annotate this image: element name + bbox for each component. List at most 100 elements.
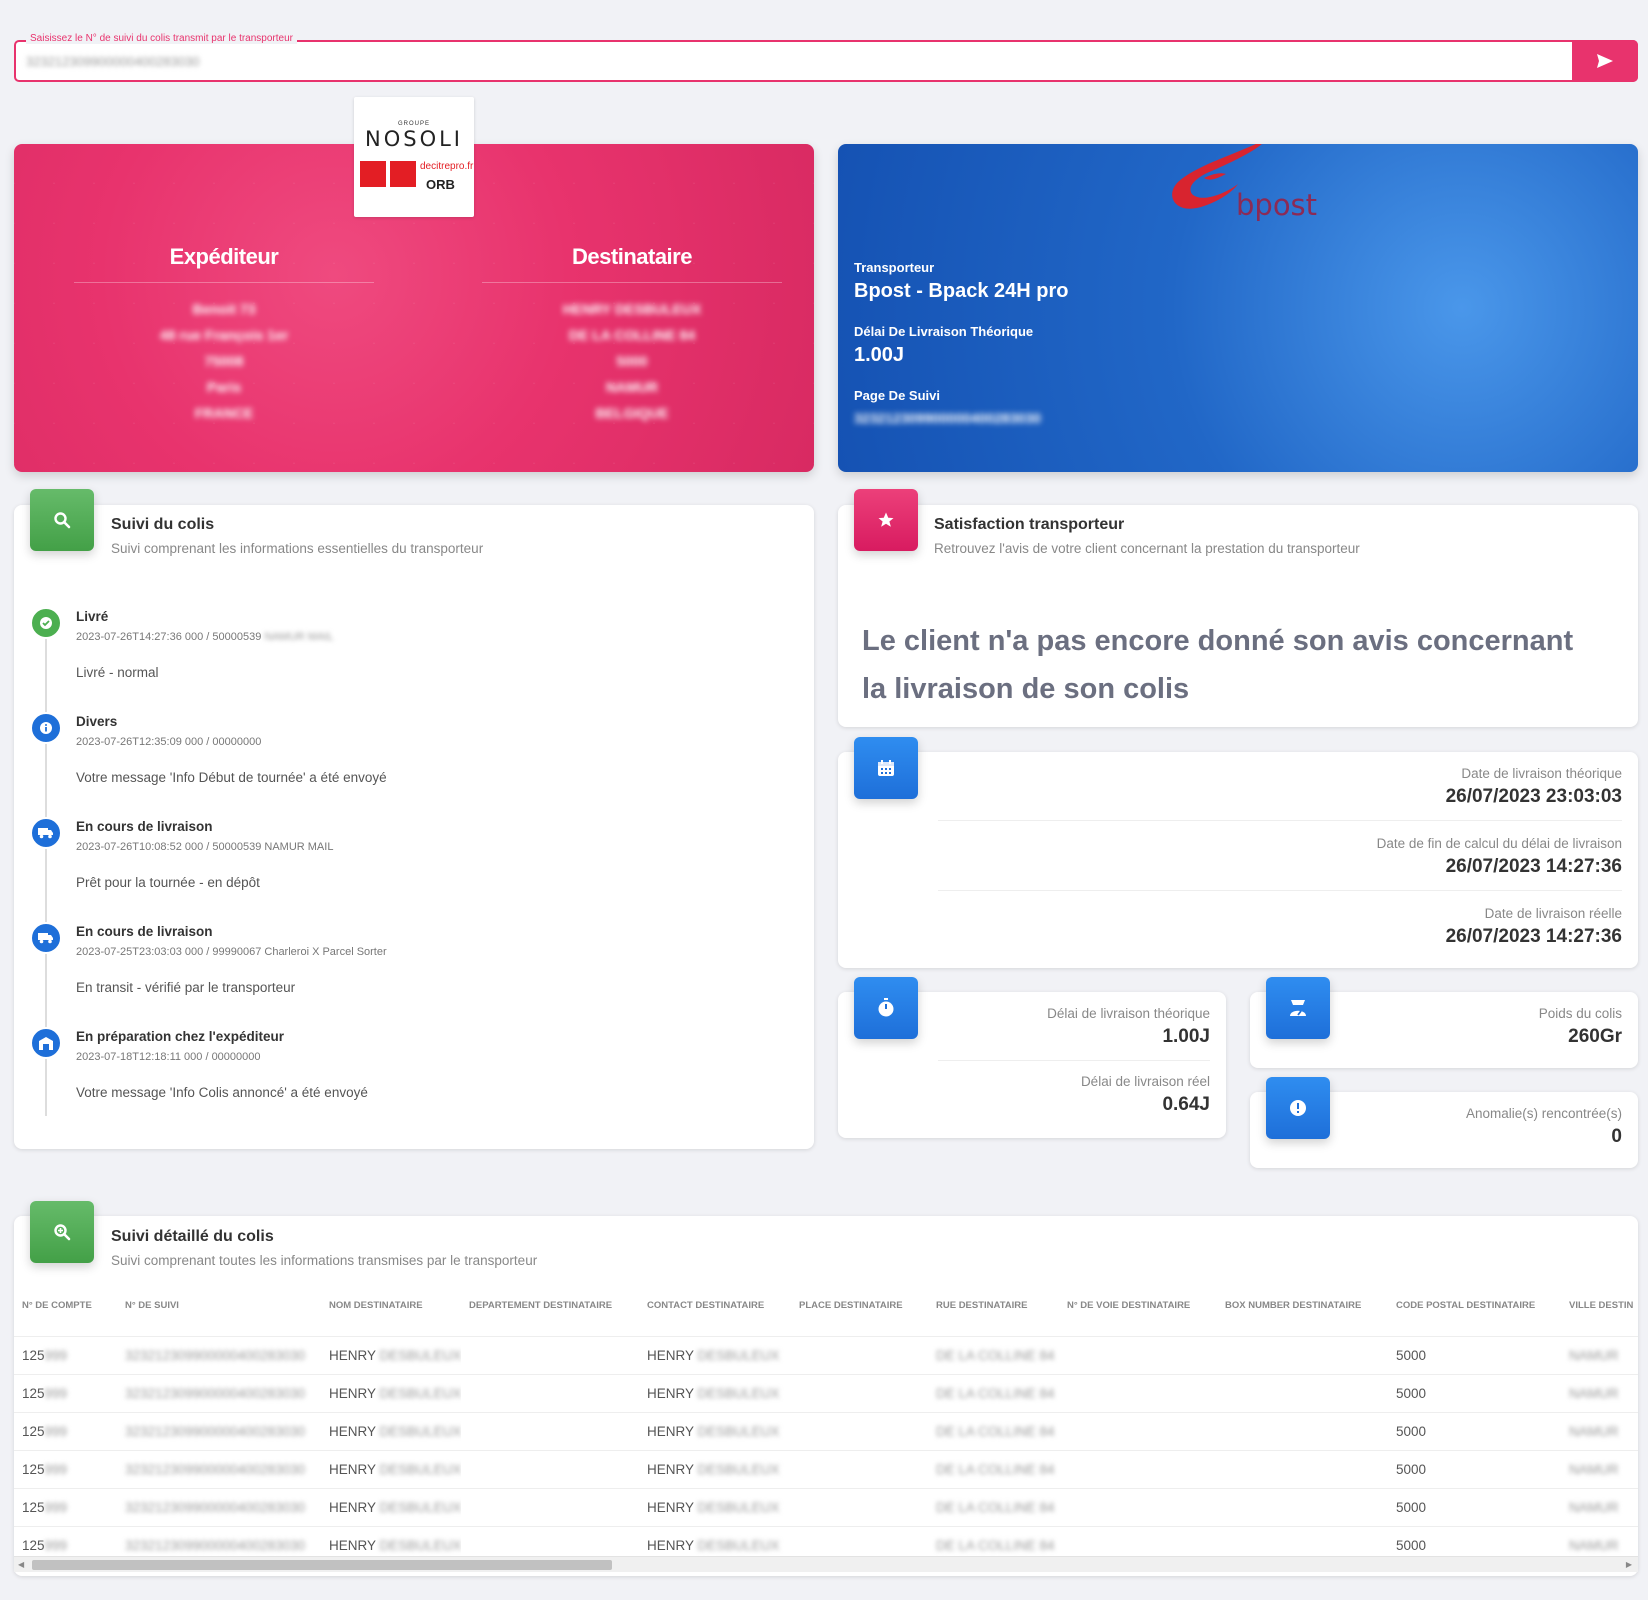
delay-label: Délai De Livraison Théorique — [854, 324, 1034, 339]
column-header[interactable]: Place destinataire — [791, 1276, 928, 1337]
table-cell — [1059, 1374, 1217, 1413]
table-cell: HENRY DESBULEUX — [639, 1374, 791, 1413]
logo-decitrepro-text: decitrepro.fr — [420, 161, 474, 172]
cell-text: DESBULEUX — [379, 1347, 461, 1363]
column-header[interactable]: Ville destin — [1561, 1276, 1638, 1337]
cell-text: 323212309900000400283030 — [125, 1347, 306, 1363]
cell-text: HENRY — [329, 1347, 376, 1363]
column-header[interactable]: Departement destinataire — [461, 1276, 639, 1337]
logo-decitre-block — [390, 161, 416, 187]
detail-panel-title: Suivi détaillé du colis — [111, 1228, 274, 1245]
logo-name-text: NOSOLI — [365, 127, 463, 151]
timeline-item: Divers 2023-07-26T12:35:09 000 / 0000000… — [30, 712, 790, 812]
cell-text: HENRY — [647, 1423, 694, 1439]
table-row[interactable]: 125999 323212309900000400283030 HENRY DESB… — [14, 1336, 1638, 1375]
zoom-in-icon — [54, 1224, 71, 1241]
table-row[interactable]: 125999 323212309900000400283030 HENRY DESB… — [14, 1450, 1638, 1489]
event-status: En cours de livraison — [76, 819, 213, 834]
cell-text: HENRY — [647, 1461, 694, 1477]
table-row[interactable]: 125999 323212309900000400283030 HENRY DESB… — [14, 1488, 1638, 1527]
star-icon — [878, 512, 894, 527]
satisfaction-message: Le client n'a pas encore donné son avis … — [862, 625, 1574, 705]
event-status: En cours de livraison — [76, 924, 213, 939]
table-cell — [791, 1450, 928, 1489]
column-header[interactable]: N° de voie destinataire — [1059, 1276, 1217, 1337]
scroll-thumb[interactable] — [32, 1560, 612, 1570]
sender-divider — [74, 282, 374, 283]
cell-text: DESBULEUX — [697, 1423, 780, 1439]
submit-button[interactable] — [1572, 40, 1638, 82]
table-row[interactable]: 125999 323212309900000400283030 HENRY DESB… — [14, 1374, 1638, 1413]
cell-text: HENRY — [647, 1347, 694, 1363]
table-cell: NAMUR — [1561, 1374, 1638, 1413]
table-cell: HENRY DESBULEUX — [321, 1336, 461, 1375]
cell-text: DE LA COLLINE 84 — [936, 1423, 1055, 1439]
column-header[interactable]: Code postal destinataire — [1388, 1276, 1561, 1337]
cell-text: 5000 — [1396, 1385, 1427, 1401]
column-header[interactable]: Rue destinataire — [928, 1276, 1059, 1337]
table-row[interactable]: 125999 323212309900000400283030 HENRY DESB… — [14, 1412, 1638, 1451]
table-cell — [791, 1488, 928, 1527]
cell-text: 5000 — [1396, 1423, 1427, 1439]
star-tile — [854, 489, 918, 551]
search-icon — [54, 512, 71, 529]
table-cell: 323212309900000400283030 — [117, 1374, 321, 1413]
timeline-item: Livré 2023-07-26T14:27:36 000 / 50000539… — [30, 607, 790, 707]
table-cell — [1059, 1336, 1217, 1375]
cell-text: 5000 — [1396, 1537, 1427, 1553]
cell-text: HENRY — [329, 1461, 376, 1477]
event-meta-hidden: NAMUR MAIL — [264, 631, 334, 643]
send-icon — [1597, 54, 1613, 68]
column-header[interactable]: N° de compte — [14, 1276, 117, 1337]
tracking-number-input[interactable] — [26, 50, 1566, 72]
table-row[interactable]: 125999 323212309900000400283030 HENRY DESB… — [14, 1526, 1638, 1556]
stopwatch-tile — [854, 977, 918, 1039]
column-header[interactable]: Nom destinataire — [321, 1276, 461, 1337]
scroll-left-icon[interactable]: ◀ — [18, 1560, 24, 1569]
cell-text: 999 — [44, 1499, 68, 1515]
cell-text: NAMUR — [1569, 1499, 1619, 1515]
table-cell: HENRY DESBULEUX — [639, 1412, 791, 1451]
cell-text: DESBULEUX — [379, 1385, 461, 1401]
recipient-title: Destinataire — [572, 244, 692, 269]
scroll-right-icon[interactable]: ▶ — [1626, 1560, 1632, 1569]
cell-text: HENRY — [647, 1537, 694, 1553]
zoom-tile — [30, 1201, 94, 1263]
table-cell: 5000 — [1388, 1412, 1561, 1451]
table-cell: HENRY DESBULEUX — [639, 1450, 791, 1489]
cell-text: NAMUR — [1569, 1347, 1619, 1363]
column-header[interactable]: N° de suivi — [117, 1276, 321, 1337]
actual-date-value: 26/07/2023 14:27:36 — [1445, 926, 1622, 947]
theoretical-delay-value: 1.00J — [1162, 1026, 1210, 1047]
table-body: 125999 323212309900000400283030 HENRY DESB… — [14, 1336, 1638, 1556]
carrier-name: Bpost - Bpack 24H pro — [854, 280, 1069, 302]
recipient-line: NAMUR — [605, 379, 659, 395]
table-cell — [461, 1488, 639, 1527]
detail-table-wrap: N° de compte N° de suivi Nom destinatair… — [14, 1276, 1638, 1556]
cell-text: HENRY — [329, 1385, 376, 1401]
column-header[interactable]: Contact destinataire — [639, 1276, 791, 1337]
cell-text: DESBULEUX — [379, 1499, 461, 1515]
cell-text: 323212309900000400283030 — [125, 1423, 306, 1439]
table-cell — [461, 1374, 639, 1413]
sender-line: Paris — [206, 379, 242, 395]
table-cell: HENRY DESBULEUX — [639, 1526, 791, 1556]
table-cell: DE LA COLLINE 84 — [928, 1336, 1059, 1375]
event-status: Livré — [76, 609, 109, 624]
horizontal-scrollbar[interactable]: ◀ ▶ — [14, 1556, 1638, 1572]
table-cell: DE LA COLLINE 84 — [928, 1412, 1059, 1451]
theoretical-date-value: 26/07/2023 23:03:03 — [1445, 786, 1622, 807]
cell-text: DE LA COLLINE 84 — [936, 1537, 1055, 1553]
dates-panel: Date de livraison théorique 26/07/2023 2… — [838, 752, 1638, 968]
cell-text: 323212309900000400283030 — [125, 1499, 306, 1515]
table-cell: HENRY DESBULEUX — [321, 1412, 461, 1451]
cell-text: HENRY — [647, 1499, 694, 1515]
table-cell — [461, 1526, 639, 1556]
table-cell: 125999 — [14, 1374, 117, 1413]
event-message: Votre message 'Info Début de tournée' a … — [76, 770, 387, 785]
tracking-page-link[interactable]: 323212309900000400283030 — [854, 410, 1041, 426]
theoretical-delay-label: Délai de livraison théorique — [1047, 1006, 1210, 1021]
column-header[interactable]: Box number destinataire — [1217, 1276, 1388, 1337]
table-cell — [791, 1412, 928, 1451]
event-meta: 2023-07-26T10:08:52 000 / 50000539 NAMUR… — [76, 841, 334, 853]
